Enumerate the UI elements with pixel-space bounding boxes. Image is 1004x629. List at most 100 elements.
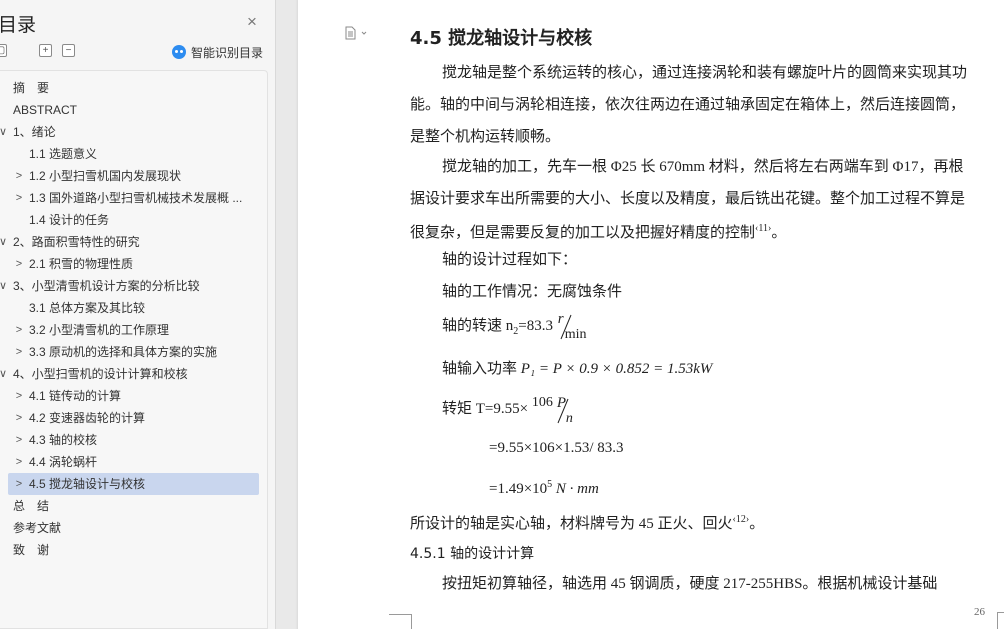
toc-item[interactable]: ∨ 4、小型扫雪机的设计计算和校核	[0, 363, 268, 385]
toc-item-label: 1.2 小型扫雪机国内发展现状	[29, 169, 182, 183]
toc-item[interactable]: >3.3 原动机的选择和具体方案的实施	[0, 341, 268, 363]
toc-item-label: 4.1 链传动的计算	[29, 389, 122, 403]
speed-label: 轴的转速 n	[442, 318, 514, 334]
toc-item-label: 参考文献	[13, 521, 62, 535]
chevron-right-icon[interactable]: >	[14, 165, 24, 187]
smart-recognize-toc-button[interactable]: 智能识别目录	[172, 43, 263, 61]
toc-item-label: 4.4 涡轮蜗杆	[29, 455, 98, 469]
power-formula: P₁ = P × 0.9 × 0.852 = 1.53kW	[520, 361, 713, 377]
toc-item[interactable]: 致 谢	[0, 539, 268, 561]
section-heading: 4.5 搅龙轴设计与校核	[410, 28, 593, 49]
page-corner-mark-left	[389, 614, 412, 629]
paragraph-text: 。	[749, 516, 765, 532]
paragraph-line: 所设计的轴是实心轴，材料牌号为 45 正火、回火‹12›。	[410, 504, 764, 540]
toc-item-label: 1.3 国外道路小型扫雪机械技术发展概 ...	[29, 191, 243, 205]
toc-item[interactable]: >4.4 涡轮蜗杆	[0, 451, 268, 473]
paragraph-line: 搅龙轴是整个系统运转的核心，通过连接涡轮和装有螺旋叶片的圆筒来实现其功	[442, 65, 968, 81]
toc-item-label: 1、绪论	[13, 125, 56, 139]
chevron-right-icon[interactable]: >	[14, 253, 24, 275]
toc-item[interactable]: >4.5 搅龙轴设计与校核	[0, 473, 268, 495]
toc-item-label: 4、小型扫雪机的设计计算和校核	[13, 367, 188, 381]
collapse-level-icon[interactable]: −	[62, 44, 75, 57]
toc-item[interactable]: >1.2 小型扫雪机国内发展现状	[0, 165, 268, 187]
toc-item[interactable]: >4.3 轴的校核	[0, 429, 268, 451]
equation-line: =1.49×105 N · mm	[489, 469, 599, 505]
torque-label: 转矩 T=9.55×	[442, 401, 529, 417]
toc-item[interactable]: 总 结	[0, 495, 268, 517]
toc-item-label: 1.1 选题意义	[29, 147, 98, 161]
torque-fraction: 106 P n	[532, 395, 578, 426]
toc-sidebar: 目录 × ▢ + − 智能识别目录 摘 要 ABSTRACT ∨ 1、绪论 1.1 选题…	[0, 0, 276, 629]
toc-item-label: 2、路面积雪特性的研究	[13, 235, 140, 249]
power-label: 轴输入功率	[442, 361, 518, 377]
chevron-down-icon[interactable]: ∨	[0, 363, 8, 385]
paragraph-line: 是整个机构运转顺畅。	[410, 129, 561, 145]
toc-item[interactable]: >3.2 小型清雪机的工作原理	[0, 319, 268, 341]
paragraph-line: 据设计要求车出所需要的大小、长度以及精度，最后铣出花键。整个加工过程不算是	[410, 191, 966, 207]
toc-item[interactable]: >1.3 国外道路小型扫雪机械技术发展概 ...	[0, 187, 268, 209]
chevron-right-icon[interactable]: >	[14, 407, 24, 429]
torque-denominator: n	[565, 410, 573, 426]
chevron-down-icon[interactable]: ∨	[0, 231, 8, 253]
toc-item-label: 摘 要	[13, 81, 50, 95]
paragraph-text: 所设计的轴是实心轴，材料牌号为 45 正火、回火	[410, 516, 733, 532]
toc-item[interactable]: >4.1 链传动的计算	[0, 385, 268, 407]
paragraph-line: 能。轴的中间与涡轮相连接，依次往两边在通过轴承固定在箱体上，然后连接圆筒，	[410, 97, 966, 113]
page-menu-icon[interactable]	[343, 26, 371, 40]
power-line: 轴输入功率 P₁ = P × 0.9 × 0.852 = 1.53kW	[442, 353, 712, 385]
chevron-right-icon[interactable]: >	[14, 341, 24, 363]
smart-recognize-label: 智能识别目录	[191, 45, 264, 60]
chevron-right-icon[interactable]: >	[14, 451, 24, 473]
toc-item[interactable]: 3.1 总体方案及其比较	[0, 297, 268, 319]
toc-item[interactable]: 1.4 设计的任务	[0, 209, 268, 231]
paragraph-text: 很复杂，但是需要反复的加工以及把握好精度的控制	[410, 225, 756, 241]
paragraph-line: 轴的设计过程如下：	[442, 252, 578, 268]
toc-item-label: 4.5 搅龙轴设计与校核	[29, 477, 146, 491]
subsection-heading: 4.5.1 轴的设计计算	[410, 546, 535, 562]
sidebar-title: 目录	[0, 14, 37, 36]
equation-line: =9.55×106×1.53/ 83.3	[489, 440, 624, 456]
ai-bot-icon	[172, 45, 186, 59]
toc-item[interactable]: >2.1 积雪的物理性质	[0, 253, 268, 275]
toc-item[interactable]: 摘 要	[0, 77, 268, 99]
toc-item-label: 致 谢	[13, 543, 50, 557]
paragraph-line: 按扭矩初算轴径，轴选用 45 钢调质，硬度 217-255HBS。根据机械设计基…	[442, 576, 938, 592]
paragraph-line: 搅龙轴的加工，先车一根 Φ25 长 670mm 材料，然后将左右两端车到 Φ17…	[442, 159, 964, 175]
toc-item[interactable]: >4.2 变速器齿轮的计算	[0, 407, 268, 429]
citation-ref: ‹11›	[755, 223, 772, 234]
close-icon[interactable]: ×	[244, 13, 260, 30]
page-number: 26	[974, 606, 985, 618]
chevron-right-icon[interactable]: >	[14, 319, 24, 341]
toc-item-label: 总 结	[13, 499, 50, 513]
toc-item-label: ABSTRACT	[13, 103, 78, 117]
speed-fraction: r min	[557, 311, 591, 342]
toc-item-label: 3、小型清雪机设计方案的分析比较	[13, 279, 200, 293]
toc-item[interactable]: 参考文献	[0, 517, 268, 539]
toc-item[interactable]: ∨ 3、小型清雪机设计方案的分析比较	[0, 275, 268, 297]
chevron-right-icon[interactable]: >	[14, 385, 24, 407]
equation-unit: N · mm	[552, 481, 599, 497]
citation-ref: ‹12›	[732, 514, 750, 525]
collapse-all-icon[interactable]: ▢	[0, 44, 7, 57]
toc-item-label: 1.4 设计的任务	[29, 213, 110, 227]
equation-text: =1.49×10	[489, 481, 548, 497]
toc-item-label: 3.1 总体方案及其比较	[29, 301, 146, 315]
toc-list: 摘 要 ABSTRACT ∨ 1、绪论 1.1 选题意义 >1.2 小型扫雪机国内发展现状…	[0, 77, 268, 561]
toc-item-label: 3.3 原动机的选择和具体方案的实施	[29, 345, 218, 359]
paragraph-text: 。	[771, 225, 787, 241]
toc-item[interactable]: ABSTRACT	[0, 99, 268, 121]
speed-value: =83.3	[518, 318, 553, 334]
torque-line: 转矩 T=9.55× 106 P n	[442, 393, 578, 426]
chevron-right-icon[interactable]: >	[14, 429, 24, 451]
chevron-right-icon[interactable]: >	[14, 187, 24, 209]
expand-level-icon[interactable]: +	[39, 44, 52, 57]
chevron-right-icon[interactable]: >	[14, 473, 24, 495]
chevron-down-icon[interactable]: ∨	[0, 275, 8, 297]
toc-item-label: 4.3 轴的校核	[29, 433, 98, 447]
chevron-down-icon[interactable]: ∨	[0, 121, 8, 143]
paragraph-line: 轴的工作情况：无腐蚀条件	[442, 284, 623, 300]
toc-item[interactable]: ∨ 1、绪论	[0, 121, 268, 143]
toc-item[interactable]: ∨ 2、路面积雪特性的研究	[0, 231, 268, 253]
toc-item-label: 4.2 变速器齿轮的计算	[29, 411, 146, 425]
toc-item[interactable]: 1.1 选题意义	[0, 143, 268, 165]
